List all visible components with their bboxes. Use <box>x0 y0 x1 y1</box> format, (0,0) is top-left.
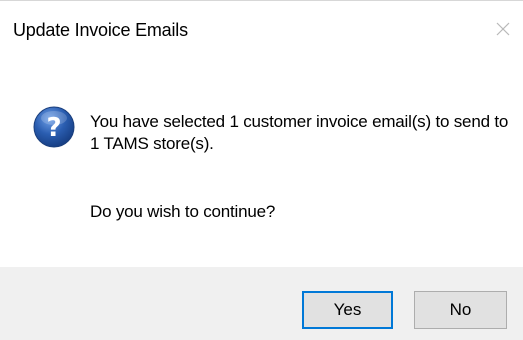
close-button[interactable] <box>483 9 523 49</box>
button-bar: Yes No <box>0 267 523 340</box>
message-text: You have selected 1 customer invoice ema… <box>90 112 509 153</box>
confirm-prompt: Do you wish to continue? <box>90 202 276 221</box>
dialog-content: ? You have selected 1 customer invoice e… <box>0 59 523 259</box>
dialog-title: Update Invoice Emails <box>13 20 188 40</box>
title-bar: Update Invoice Emails <box>0 1 523 59</box>
message-dialog: Update Invoice Emails ? You have selecte… <box>0 0 523 340</box>
yes-button[interactable]: Yes <box>302 291 393 329</box>
svg-text:?: ? <box>46 113 61 143</box>
close-icon <box>496 22 510 36</box>
question-icon: ? <box>33 106 75 148</box>
no-button[interactable]: No <box>414 291 507 329</box>
